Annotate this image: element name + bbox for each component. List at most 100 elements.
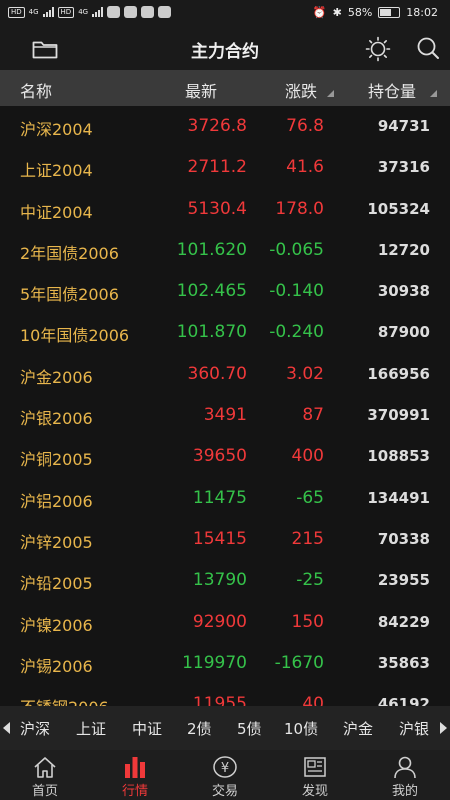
table-row[interactable]: 沪锡2006 119970 -1670 35863 — [0, 643, 450, 684]
sort-change-icon[interactable] — [327, 90, 334, 97]
table-row[interactable]: 上证2004 2711.2 41.6 37316 — [0, 147, 450, 188]
last-price: 2711.2 — [187, 157, 247, 178]
sort-open-interest-icon[interactable] — [430, 90, 437, 97]
status-bar: HD 4G HD 4G ⏰ ✱ 58% 18:02 — [0, 0, 450, 28]
last-price: 13790 — [192, 570, 247, 591]
alarm-icon: ⏰ — [312, 6, 327, 19]
quick-nav-item[interactable]: 沪银 — [399, 718, 429, 739]
table-row[interactable]: 10年国债2006 101.870 -0.240 87900 — [0, 312, 450, 353]
price-change: 41.6 — [286, 157, 324, 178]
last-price: 119970 — [182, 652, 247, 673]
mail-icon — [141, 6, 155, 18]
theme-toggle-icon[interactable] — [365, 36, 391, 62]
header-change[interactable]: 涨跌 — [285, 78, 317, 102]
nav-item-4[interactable]: 我的 — [360, 750, 450, 800]
price-change: 87 — [302, 405, 324, 426]
header-open-interest[interactable]: 持仓量 — [368, 78, 416, 102]
quick-nav-item[interactable]: 中证 — [132, 718, 162, 739]
price-change: 40 — [302, 694, 324, 706]
nav-item-2[interactable]: ¥ 交易 — [180, 750, 270, 800]
table-row[interactable]: 5年国债2006 102.465 -0.140 30938 — [0, 271, 450, 312]
last-price: 101.620 — [176, 239, 247, 260]
contract-name: 沪锡2006 — [20, 656, 93, 676]
last-price: 92900 — [192, 611, 247, 632]
contract-name: 5年国债2006 — [20, 285, 119, 305]
title-bar: 主力合约 — [0, 28, 450, 70]
last-price: 11475 — [192, 487, 247, 508]
quick-nav-item[interactable]: 上证 — [76, 718, 106, 739]
header-name: 名称 — [20, 82, 53, 101]
quote-list[interactable]: 沪深2004 3726.8 76.8 94731 上证2004 2711.2 41.6 373… — [0, 106, 450, 706]
quick-nav-item[interactable]: 5债 — [237, 718, 262, 739]
bluetooth-icon: ✱ — [332, 6, 342, 19]
last-price: 39650 — [192, 446, 247, 467]
last-price: 360.70 — [187, 363, 247, 384]
contract-name: 沪银2006 — [20, 409, 93, 429]
price-change: -25 — [296, 570, 324, 591]
open-interest: 30938 — [377, 282, 430, 301]
table-row[interactable]: 不锈钢2006 11955 40 46192 — [0, 684, 450, 706]
quick-nav-item[interactable]: 2债 — [187, 718, 212, 739]
table-row[interactable]: 沪铜2005 39650 400 108853 — [0, 436, 450, 477]
search-icon[interactable] — [416, 36, 440, 60]
open-interest: 35863 — [377, 653, 430, 672]
sim1-hd-badge: HD — [8, 6, 25, 18]
signal-1-icon — [42, 7, 54, 17]
network-type-1: 4G — [28, 8, 39, 16]
battery-icon — [378, 7, 401, 18]
nav-label: 发现 — [301, 784, 328, 799]
wechat-icon — [107, 6, 121, 18]
yuan-coin-icon: ¥ — [213, 756, 237, 778]
table-row[interactable]: 沪铝2006 11475 -65 134491 — [0, 478, 450, 519]
price-change: -65 — [296, 487, 324, 508]
price-change: 150 — [291, 611, 324, 632]
quick-nav-item[interactable]: 10债 — [284, 718, 318, 739]
price-change: 400 — [291, 446, 324, 467]
scroll-right-icon[interactable] — [440, 722, 447, 734]
contract-name: 沪金2006 — [20, 367, 93, 387]
news-icon — [304, 757, 326, 777]
open-interest: 166956 — [367, 364, 430, 383]
table-row[interactable]: 沪深2004 3726.8 76.8 94731 — [0, 106, 450, 147]
quick-nav-items: 沪深 上证 中证 2债 5债 10债 沪金 沪银 — [14, 706, 436, 750]
table-row[interactable]: 2年国债2006 101.620 -0.065 12720 — [0, 230, 450, 271]
last-price: 11955 — [192, 694, 247, 706]
price-change: 178.0 — [275, 198, 324, 219]
last-price: 101.870 — [176, 322, 247, 343]
open-interest: 108853 — [367, 447, 430, 466]
table-row[interactable]: 沪银2006 3491 87 370991 — [0, 395, 450, 436]
contract-name: 不锈钢2006 — [20, 694, 109, 706]
open-interest: 134491 — [367, 488, 430, 507]
quick-nav-item[interactable]: 沪深 — [20, 718, 50, 739]
bottom-nav: 首页 行情 ¥ 交易 发现 我的 — [0, 750, 450, 800]
header-last-price[interactable]: 最新 — [185, 78, 217, 102]
open-interest: 84229 — [377, 612, 430, 631]
contract-name: 中证2004 — [20, 202, 93, 222]
table-row[interactable]: 沪锌2005 15415 215 70338 — [0, 519, 450, 560]
table-row[interactable]: 沪铅2005 13790 -25 23955 — [0, 560, 450, 601]
contract-name: 沪铜2005 — [20, 450, 93, 470]
last-price: 102.465 — [176, 281, 247, 302]
contract-name: 2年国债2006 — [20, 243, 119, 263]
qq-icon — [158, 6, 172, 18]
price-change: -0.240 — [269, 322, 324, 343]
scroll-left-icon[interactable] — [3, 722, 10, 734]
svg-text:¥: ¥ — [221, 761, 229, 776]
nav-label: 行情 — [121, 784, 148, 799]
user-icon — [394, 756, 416, 779]
battery-percent: 58% — [347, 6, 373, 19]
table-row[interactable]: 沪金2006 360.70 3.02 166956 — [0, 354, 450, 395]
contract-name: 沪镍2006 — [20, 615, 93, 635]
table-row[interactable]: 沪镍2006 92900 150 84229 — [0, 602, 450, 643]
quick-nav-item[interactable]: 沪金 — [343, 718, 373, 739]
nav-item-3[interactable]: 发现 — [270, 750, 360, 800]
price-change: -0.140 — [269, 281, 324, 302]
bar-chart-icon — [125, 757, 145, 778]
contract-name: 沪铝2006 — [20, 491, 93, 511]
nav-label: 首页 — [31, 784, 58, 799]
nav-item-0[interactable]: 首页 — [0, 750, 90, 800]
table-row[interactable]: 中证2004 5130.4 178.0 105324 — [0, 189, 450, 230]
last-price: 3491 — [203, 405, 247, 426]
price-change: -0.065 — [269, 239, 324, 260]
nav-item-1[interactable]: 行情 — [90, 750, 180, 800]
